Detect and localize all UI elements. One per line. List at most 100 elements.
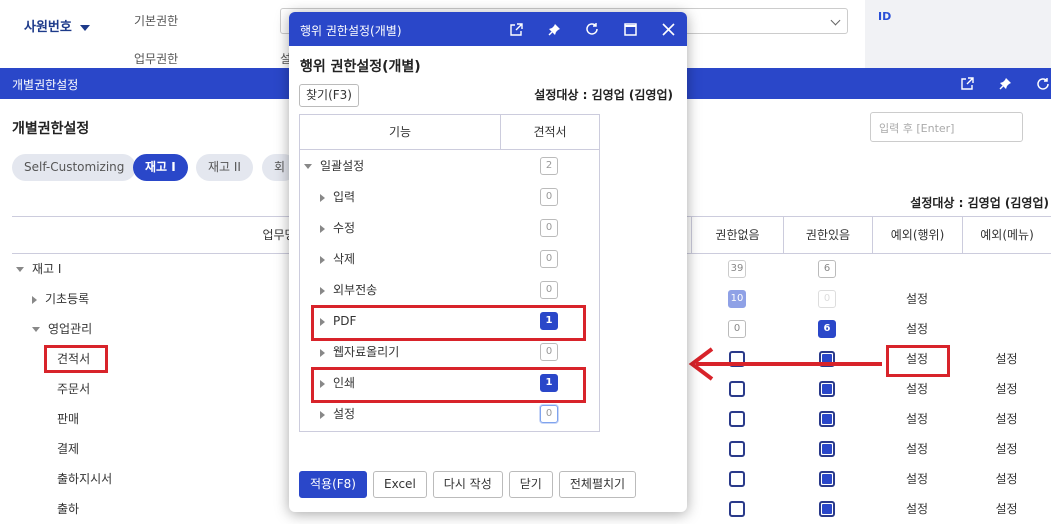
has-permission-checkbox[interactable] xyxy=(819,411,835,427)
has-permission-count: 6 xyxy=(818,260,836,278)
refresh-icon[interactable] xyxy=(1034,75,1051,93)
function-name: 설정 xyxy=(333,407,356,421)
popup-grid-header: 기능 견적서 xyxy=(300,115,599,150)
exception-action-setting-link[interactable]: 설정 xyxy=(872,434,962,464)
has-permission-checkbox[interactable] xyxy=(819,471,835,487)
popup-titlebar: 행위 권한설정(개별) xyxy=(289,12,687,46)
popup-window-title: 행위 권한설정(개별) xyxy=(300,24,402,38)
tree-expand-icon[interactable] xyxy=(304,164,312,169)
pin-icon[interactable] xyxy=(545,20,563,38)
rewrite-button[interactable]: 다시 작성 xyxy=(432,471,503,498)
basic-permission-label: 기본권한 xyxy=(134,14,179,28)
row-name-cell: 판매 xyxy=(57,412,80,426)
no-permission-checkbox[interactable] xyxy=(729,411,745,427)
exception-action-setting-link[interactable]: 설정 xyxy=(872,464,962,494)
find-button[interactable]: 찾기(F3) xyxy=(299,84,359,107)
list-item[interactable]: 설정 0 xyxy=(300,399,599,430)
highlight-box-pdf xyxy=(311,305,586,341)
row-name-cell: 출하 xyxy=(57,502,80,516)
has-permission-checkbox[interactable] xyxy=(819,501,835,517)
row-name-cell: 주문서 xyxy=(57,382,91,396)
exception-menu-setting-link[interactable]: 설정 xyxy=(962,404,1051,434)
employee-number-dropdown[interactable]: 사원번호 xyxy=(24,16,90,35)
work-permission-label: 업무권한 xyxy=(134,52,179,66)
function-name: 일괄설정 xyxy=(320,159,365,173)
tab-self-customizing[interactable]: Self-Customizing xyxy=(12,154,137,181)
function-count[interactable]: 0 xyxy=(540,188,558,206)
no-permission-checkbox[interactable] xyxy=(729,381,745,397)
function-count[interactable]: 0 xyxy=(540,219,558,237)
row-name-cell: 재고 I xyxy=(16,254,61,284)
refresh-icon[interactable] xyxy=(583,20,601,38)
row-name-cell: 영업관리 xyxy=(32,314,92,344)
list-item[interactable]: 외부전송 0 xyxy=(300,275,599,306)
list-item[interactable]: 일괄설정 2 xyxy=(300,151,599,182)
function-count[interactable]: 0 xyxy=(540,281,558,299)
close-icon[interactable] xyxy=(659,20,677,38)
popup-heading: 행위 권한설정(개별) xyxy=(300,59,421,75)
tree-expand-icon[interactable] xyxy=(32,327,40,332)
apply-button[interactable]: 적용(F8) xyxy=(299,471,367,498)
action-permission-popup: 행위 권한설정(개별) 행위 권한설정(개별) 찾기(F3) 설정대상 : 김영… xyxy=(289,12,687,512)
tree-collapse-icon[interactable] xyxy=(320,255,325,264)
no-permission-count: 10 xyxy=(728,290,746,308)
open-external-icon[interactable] xyxy=(958,75,976,93)
list-item[interactable]: 삭제 0 xyxy=(300,244,599,275)
background-left-column: 사원번호 xyxy=(0,0,110,68)
function-count[interactable]: 0 xyxy=(540,343,558,361)
tree-expand-icon[interactable] xyxy=(16,267,24,272)
open-external-icon[interactable] xyxy=(507,20,525,38)
tree-collapse-icon[interactable] xyxy=(320,348,325,357)
row-name-cell: 결제 xyxy=(57,442,80,456)
function-name: 외부전송 xyxy=(333,283,378,297)
tree-collapse-icon[interactable] xyxy=(32,295,37,304)
exception-menu-setting-link[interactable]: 설정 xyxy=(962,344,1051,374)
has-permission-checkbox[interactable] xyxy=(819,441,835,457)
has-permission-checkbox[interactable] xyxy=(819,381,835,397)
has-permission-count: 0 xyxy=(818,290,836,308)
close-button[interactable]: 닫기 xyxy=(508,471,553,498)
popup-button-bar: 적용(F8) Excel 다시 작성 닫기 전체펼치기 xyxy=(299,471,637,498)
exception-action-setting-link[interactable]: 설정 xyxy=(872,284,962,314)
row-name: 재고 I xyxy=(32,262,62,276)
no-permission-checkbox[interactable] xyxy=(729,501,745,517)
main-target-label: 설정대상 : 김영업 (김영업) xyxy=(910,196,1049,210)
pin-icon[interactable] xyxy=(996,75,1014,93)
tree-collapse-icon[interactable] xyxy=(320,286,325,295)
main-search-input[interactable]: 입력 후 [Enter] xyxy=(870,112,1023,142)
has-permission-count: 6 xyxy=(818,320,836,338)
highlight-box-print xyxy=(311,367,586,403)
excel-button[interactable]: Excel xyxy=(372,471,427,498)
highlight-box-quote-row xyxy=(44,345,108,373)
exception-action-setting-link[interactable]: 설정 xyxy=(872,314,962,344)
exception-menu-setting-link[interactable]: 설정 xyxy=(962,494,1051,524)
tree-collapse-icon[interactable] xyxy=(320,410,325,419)
no-permission-checkbox[interactable] xyxy=(729,471,745,487)
column-function: 기능 xyxy=(388,125,412,139)
main-titlebar-icons xyxy=(958,68,1051,99)
exception-menu-setting-link[interactable]: 설정 xyxy=(962,374,1051,404)
popup-titlebar-icons xyxy=(507,12,677,46)
list-item[interactable]: 수정 0 xyxy=(300,213,599,244)
tree-collapse-icon[interactable] xyxy=(320,193,325,202)
exception-action-setting-link[interactable]: 설정 xyxy=(872,374,962,404)
exception-action-setting-link[interactable]: 설정 xyxy=(872,494,962,524)
exception-menu-setting-link[interactable]: 설정 xyxy=(962,434,1051,464)
function-name: 입력 xyxy=(333,190,356,204)
no-permission-count: 0 xyxy=(728,320,746,338)
main-window-title: 개별권한설정 xyxy=(12,78,79,92)
exception-menu-setting-link[interactable]: 설정 xyxy=(962,464,1051,494)
list-item[interactable]: 웹자료올리기 0 xyxy=(300,337,599,368)
exception-action-setting-link[interactable]: 설정 xyxy=(872,404,962,434)
tree-collapse-icon[interactable] xyxy=(320,224,325,233)
function-count[interactable]: 0 xyxy=(540,250,558,268)
no-permission-count: 39 xyxy=(728,260,746,278)
function-name: 수정 xyxy=(333,221,356,235)
tab-inventory-1[interactable]: 재고 I xyxy=(133,154,188,181)
maximize-icon[interactable] xyxy=(621,20,639,38)
no-permission-checkbox[interactable] xyxy=(729,441,745,457)
expand-all-button[interactable]: 전체펼치기 xyxy=(558,471,637,498)
tab-inventory-2[interactable]: 재고 II xyxy=(196,154,253,181)
list-item[interactable]: 입력 0 xyxy=(300,182,599,213)
function-count[interactable]: 0 xyxy=(540,405,558,423)
